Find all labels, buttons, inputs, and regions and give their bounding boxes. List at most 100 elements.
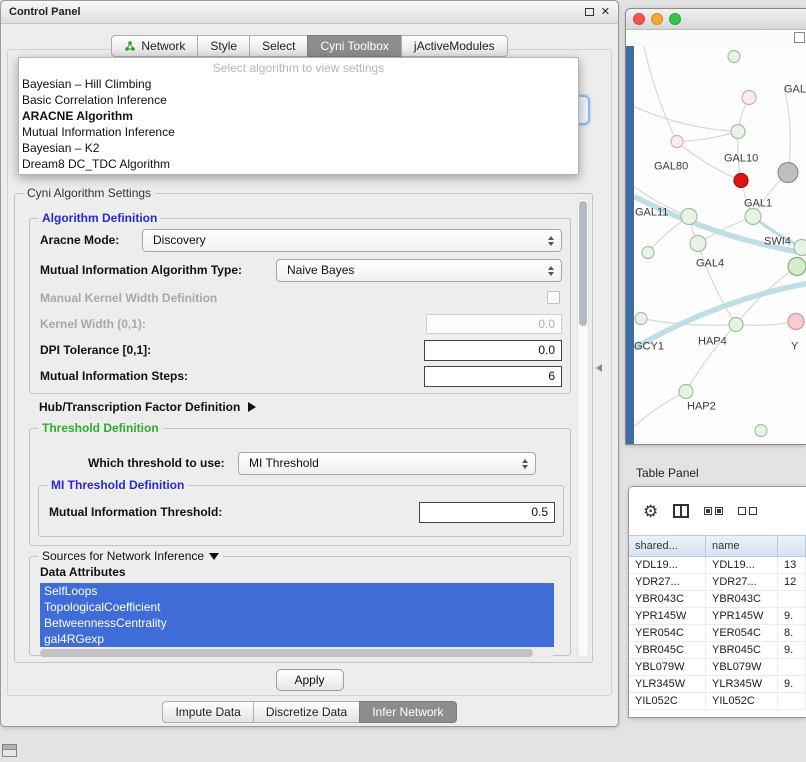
- network-node[interactable]: [690, 236, 706, 252]
- column-header-shared-name[interactable]: shared...: [629, 536, 706, 556]
- settings-scrollbar-thumb[interactable]: [579, 201, 587, 326]
- control-panel-window: Control Panel ✕ Network Style: [0, 0, 619, 727]
- tab-jactivemodules[interactable]: jActiveModules: [401, 35, 508, 57]
- attribute-list-item[interactable]: BetweennessCentrality: [40, 615, 554, 631]
- network-node[interactable]: [642, 247, 654, 259]
- tab-impute-data[interactable]: Impute Data: [162, 701, 253, 723]
- tab-discretize-data[interactable]: Discretize Data: [253, 701, 360, 723]
- network-node[interactable]: [731, 125, 745, 139]
- network-edge[interactable]: [736, 322, 796, 326]
- tab-style[interactable]: Style: [197, 35, 250, 57]
- network-node-label: GCY1: [634, 341, 664, 353]
- network-node[interactable]: [755, 425, 767, 437]
- network-node[interactable]: [742, 91, 756, 105]
- table-row[interactable]: YPR145WYPR145W9.: [629, 608, 806, 625]
- column-header-clipped[interactable]: [778, 536, 806, 556]
- table-row[interactable]: YIL052CYIL052C: [629, 693, 806, 710]
- tab-infer-network[interactable]: Infer Network: [359, 701, 456, 723]
- panel-collapse-handle[interactable]: [596, 364, 602, 372]
- settings-scrollbar[interactable]: [577, 198, 589, 658]
- mi-steps-label: Mutual Information Steps:: [40, 369, 188, 383]
- select-all-icon[interactable]: [704, 507, 723, 515]
- algorithm-menu-item[interactable]: Dream8 DC_TDC Algorithm: [19, 156, 578, 172]
- aracne-mode-combobox[interactable]: Discovery: [142, 229, 562, 252]
- table-cell: YBR043C: [629, 591, 706, 607]
- desktop: Control Panel ✕ Network Style: [0, 0, 806, 762]
- manual-kernel-width-checkbox[interactable]: [547, 291, 560, 304]
- network-edge[interactable]: [784, 87, 790, 173]
- tab-select[interactable]: Select: [249, 35, 308, 57]
- window-close-button[interactable]: [633, 13, 645, 25]
- table-row[interactable]: YBR043CYBR043C: [629, 591, 806, 608]
- algorithm-menu-item[interactable]: Mutual Information Inference: [19, 124, 578, 140]
- float-window-icon[interactable]: [585, 8, 594, 16]
- attribute-list-item[interactable]: gal4RGexp: [40, 631, 554, 647]
- dpi-tolerance-field[interactable]: 0.0: [424, 340, 562, 361]
- table-row[interactable]: YDR27...YDR27...12: [629, 574, 806, 591]
- mi-algorithm-type-combobox[interactable]: Naive Bayes: [276, 259, 562, 282]
- network-node[interactable]: [679, 385, 693, 399]
- algorithm-menu-item[interactable]: Basic Correlation Inference: [19, 92, 578, 108]
- tab-label: Discretize Data: [266, 705, 347, 719]
- network-node[interactable]: [635, 313, 647, 325]
- close-icon[interactable]: ✕: [601, 7, 610, 18]
- select-columns-icon[interactable]: [673, 504, 689, 518]
- window-zoom-button[interactable]: [669, 13, 681, 25]
- mi-threshold-definition-group: MI Threshold Definition Mutual Informati…: [38, 485, 564, 537]
- table-row[interactable]: YBL079WYBL079W: [629, 659, 806, 676]
- mi-threshold-definition-title: MI Threshold Definition: [47, 478, 188, 492]
- table-cell: 8.: [778, 625, 806, 641]
- network-node[interactable]: [788, 258, 806, 276]
- mi-threshold-field[interactable]: 0.5: [419, 502, 555, 523]
- table-cell: YBR045C: [706, 642, 778, 658]
- algorithm-menu-item[interactable]: Bayesian – K2: [19, 140, 578, 156]
- deselect-all-icon[interactable]: [738, 507, 757, 515]
- table-cell: YLR345W: [629, 676, 706, 692]
- network-node[interactable]: [734, 174, 748, 188]
- table-row[interactable]: YER054CYER054C8.: [629, 625, 806, 642]
- minimized-panel-icon[interactable]: [2, 744, 17, 757]
- attributes-hscrollbar[interactable]: [40, 649, 554, 657]
- window-minimize-button[interactable]: [651, 13, 663, 25]
- column-header-name[interactable]: name: [706, 536, 778, 556]
- network-node[interactable]: [794, 240, 806, 256]
- network-view-window: GALGAL80GAL10GAL11GAL1SWI4GAL4GCY1HAP4YH…: [625, 8, 806, 445]
- tab-network[interactable]: Network: [111, 35, 198, 57]
- birdseye-toggle-button[interactable]: [794, 32, 805, 43]
- network-node[interactable]: [671, 136, 683, 148]
- control-panel-titlebar[interactable]: Control Panel ✕: [1, 1, 618, 24]
- table-cell: YER054C: [706, 625, 778, 641]
- table-row[interactable]: YBR045CYBR045C9.: [629, 642, 806, 659]
- gear-icon[interactable]: ⚙: [643, 503, 658, 520]
- threshold-definition-title: Threshold Definition: [38, 421, 163, 435]
- kernel-width-field[interactable]: 0.0: [426, 314, 562, 334]
- bottom-tab-bar: Impute Data Discretize Data Infer Networ…: [1, 701, 618, 723]
- data-attributes-label: Data Attributes: [40, 565, 126, 579]
- network-window-titlebar[interactable]: [626, 9, 806, 30]
- attribute-list-item[interactable]: TopologicalCoefficient: [40, 599, 554, 615]
- sources-expander[interactable]: Sources for Network Inference: [38, 549, 223, 563]
- attribute-list-item[interactable]: SelfLoops: [40, 583, 554, 599]
- attributes-hscrollbar-thumb[interactable]: [40, 649, 533, 657]
- algorithm-menu-item[interactable]: Bayesian – Hill Climbing: [19, 76, 578, 92]
- algorithm-menu-item[interactable]: ARACNE Algorithm: [19, 108, 578, 124]
- network-canvas[interactable]: GALGAL80GAL10GAL11GAL1SWI4GAL4GCY1HAP4YH…: [634, 46, 806, 444]
- table-row[interactable]: YLR345WYLR345W9.: [629, 676, 806, 693]
- tab-cyni-toolbox[interactable]: Cyni Toolbox: [307, 35, 401, 57]
- which-threshold-combobox[interactable]: MI Threshold: [238, 452, 536, 475]
- table-row[interactable]: YDL19...YDL19...13: [629, 557, 806, 574]
- hub-definition-expander[interactable]: Hub/Transcription Factor Definition: [39, 400, 256, 414]
- network-edge[interactable]: [634, 107, 738, 132]
- mi-steps-field[interactable]: 6: [424, 366, 562, 387]
- network-node[interactable]: [729, 318, 743, 332]
- network-edge[interactable]: [677, 132, 738, 142]
- network-node[interactable]: [681, 209, 697, 225]
- network-node[interactable]: [778, 163, 798, 183]
- network-node[interactable]: [745, 209, 761, 225]
- network-edge[interactable]: [634, 392, 686, 427]
- network-edge[interactable]: [644, 47, 677, 142]
- network-node[interactable]: [728, 51, 740, 63]
- network-graph: GALGAL80GAL10GAL11GAL1SWI4GAL4GCY1HAP4YH…: [634, 46, 806, 445]
- network-node[interactable]: [788, 314, 804, 330]
- apply-button[interactable]: Apply: [276, 669, 344, 691]
